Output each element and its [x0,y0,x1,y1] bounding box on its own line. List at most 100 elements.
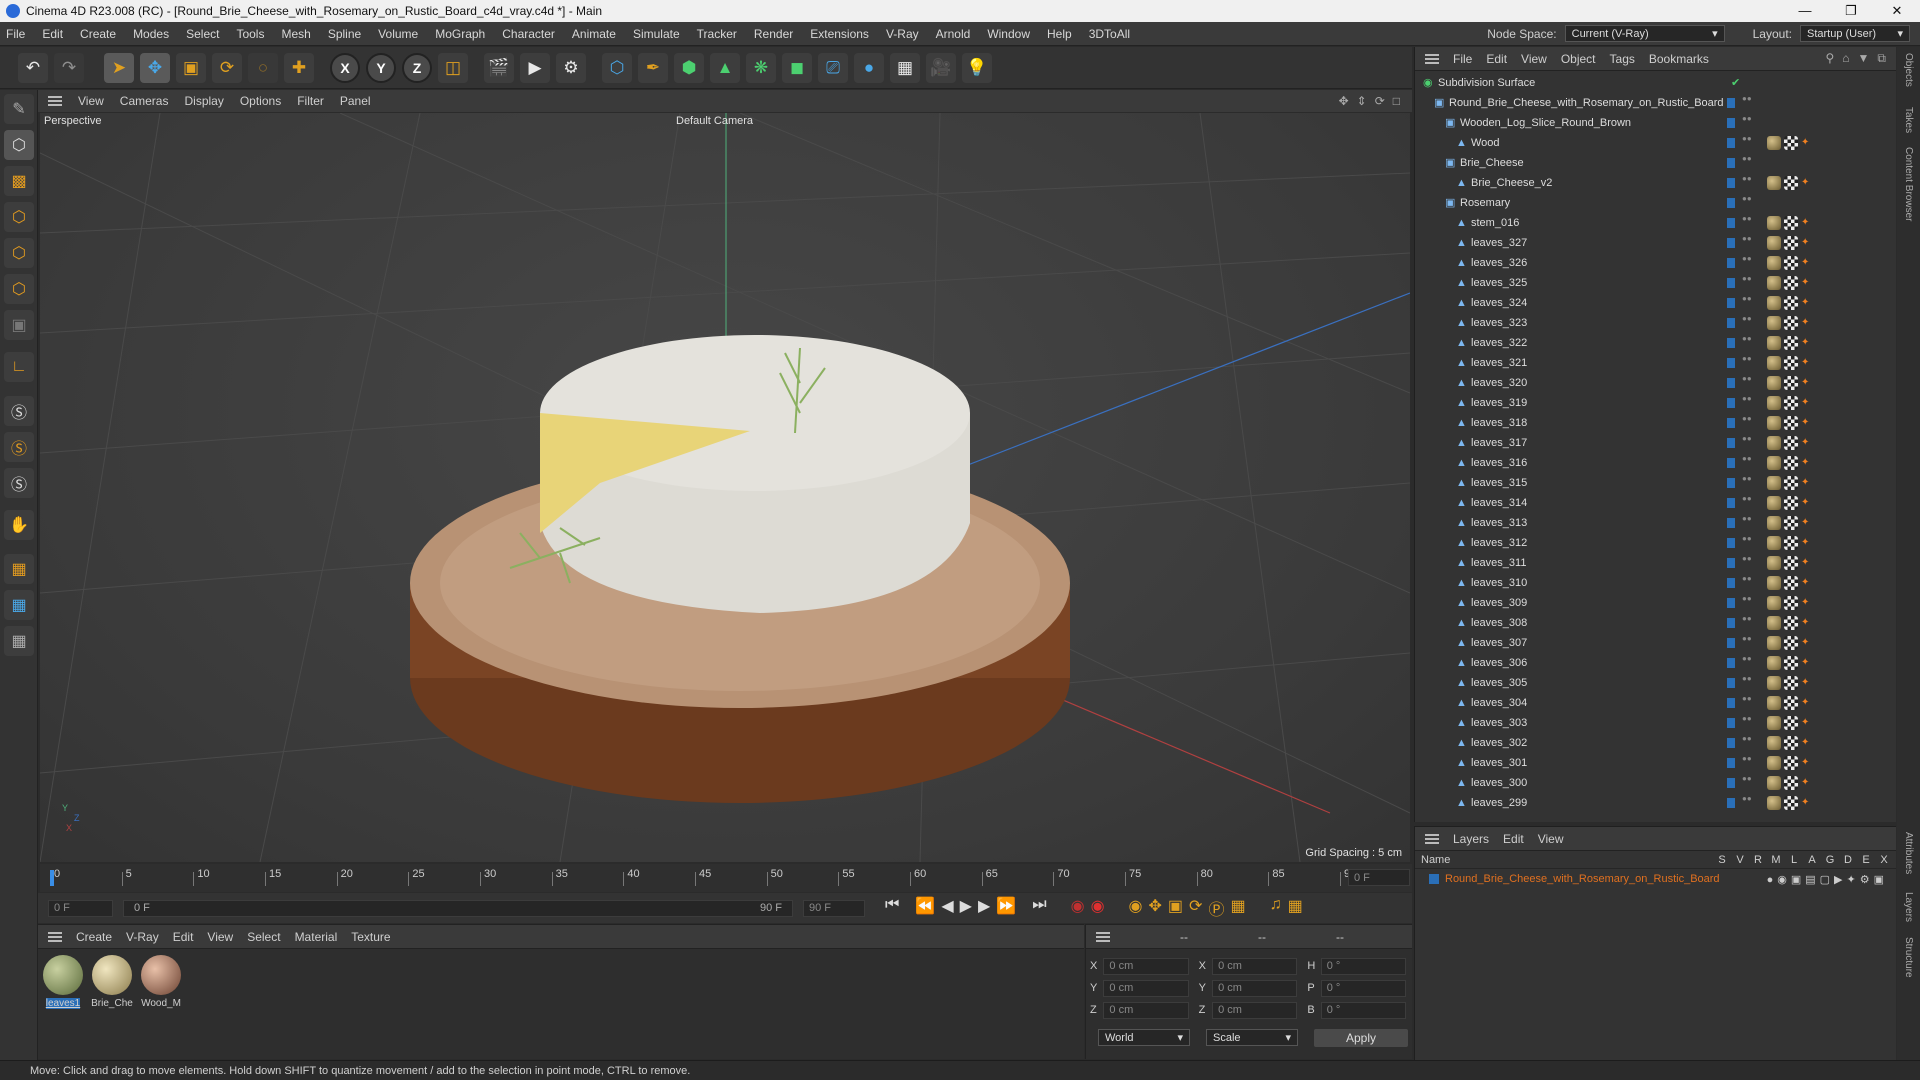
material-tag-icon[interactable] [1767,536,1781,550]
vray-tag-icon[interactable]: ✦ [1801,216,1811,230]
objects-menu-edit[interactable]: Edit [1486,52,1507,66]
material-hamburger-icon[interactable] [48,931,62,942]
layer-flag-header[interactable]: D [1842,854,1854,866]
key-position-icon[interactable]: ✥ [1149,896,1162,920]
object-row[interactable]: ▲ leaves_314 ●● ✦ [1415,493,1896,513]
texture-tag-icon[interactable] [1784,616,1798,630]
visibility-dots-icon[interactable]: ●● [1742,615,1752,630]
material-tag-icon[interactable] [1767,596,1781,610]
go-to-start-icon[interactable]: ⏮ [885,896,899,920]
menu-volume[interactable]: Volume [378,27,418,41]
visibility-dots-icon[interactable]: ●● [1742,415,1752,430]
menu-window[interactable]: Window [987,27,1030,41]
sound-icon[interactable]: ♫ [1270,896,1282,920]
move-tool-icon[interactable]: ✥ [140,52,170,83]
render-region-icon[interactable]: 🎬 [484,52,514,83]
texture-tag-icon[interactable] [1784,656,1798,670]
menu-arnold[interactable]: Arnold [936,27,971,41]
object-row[interactable]: ▲ leaves_299 ●● ✦ [1415,793,1896,813]
restore-icon[interactable]: ❐ [1828,3,1874,19]
object-row[interactable]: ▲ leaves_305 ●● ✦ [1415,673,1896,693]
objects-menu-tags[interactable]: Tags [1610,52,1635,66]
visibility-dots-icon[interactable]: ●● [1742,375,1752,390]
object-row[interactable]: ▲ stem_016 ●● ✦ [1415,213,1896,233]
material-tag-icon[interactable] [1767,656,1781,670]
viewport-menu-display[interactable]: Display [184,94,223,108]
current-frame-field[interactable]: 0 F [1348,869,1410,886]
texture-tag-icon[interactable] [1784,776,1798,790]
object-row[interactable]: ▲ leaves_303 ●● ✦ [1415,713,1896,733]
texture-tag-icon[interactable] [1784,276,1798,290]
material-tag-icon[interactable] [1767,256,1781,270]
material-tag-icon[interactable] [1767,556,1781,570]
redo-icon[interactable]: ↷ [54,52,84,83]
timeline-icon[interactable]: ▦ [1288,896,1303,920]
layer-flag-header[interactable]: X [1878,854,1890,866]
layer-flag-icons[interactable]: ●◉▣▤▢▶✦⚙▣ [1767,873,1888,886]
layer-flag-header[interactable]: G [1824,854,1836,866]
material-tag-icon[interactable] [1767,616,1781,630]
vray-tag-icon[interactable]: ✦ [1801,416,1811,430]
material-menu-select[interactable]: Select [247,930,280,944]
menu-mesh[interactable]: Mesh [281,27,310,41]
grid-icon[interactable]: ▦ [4,590,34,620]
object-row[interactable]: ▣ Wooden_Log_Slice_Round_Brown ●● [1415,113,1896,133]
object-row[interactable]: ▣ Rosemary ●● [1415,193,1896,213]
locked-workplane-icon[interactable]: ▦ [4,626,34,656]
object-row[interactable]: ▲ leaves_323 ●● ✦ [1415,313,1896,333]
texture-tag-icon[interactable] [1784,216,1798,230]
render-view-icon[interactable]: ▶ [520,52,550,83]
visibility-dots-icon[interactable]: ●● [1742,135,1752,150]
pan-view-icon[interactable]: ✥ [1339,94,1349,108]
texture-tag-icon[interactable] [1784,796,1798,810]
enabled-check-icon[interactable]: ✔ [1731,76,1740,89]
coord-value-field[interactable]: 0 cm [1212,979,1298,997]
new-window-icon[interactable]: ⧉ [1877,51,1886,66]
object-row[interactable]: ▲ leaves_324 ●● ✦ [1415,293,1896,313]
visibility-dots-icon[interactable]: ●● [1742,315,1752,330]
objects-menu-bookmarks[interactable]: Bookmarks [1649,52,1709,66]
material-menu-create[interactable]: Create [76,930,112,944]
vray-tag-icon[interactable]: ✦ [1801,376,1811,390]
material-menu-view[interactable]: View [207,930,233,944]
visibility-dots-icon[interactable]: ●● [1742,155,1752,170]
material-tag-icon[interactable] [1767,476,1781,490]
texture-tag-icon[interactable] [1784,756,1798,770]
apply-button[interactable]: Apply [1314,1029,1408,1047]
coord-value-field[interactable]: 0 cm [1212,1001,1298,1019]
layer-flag-header[interactable]: L [1788,854,1800,866]
vray-tag-icon[interactable]: ✦ [1801,476,1811,490]
texture-tag-icon[interactable] [1784,256,1798,270]
object-row[interactable]: ▲ leaves_326 ●● ✦ [1415,253,1896,273]
uv-mode-icon[interactable]: ▣ [4,310,34,340]
material-tag-icon[interactable] [1767,276,1781,290]
menu-extensions[interactable]: Extensions [810,27,869,41]
layer-flag-header[interactable]: E [1860,854,1872,866]
texture-tag-icon[interactable] [1784,556,1798,570]
visibility-dots-icon[interactable]: ●● [1742,555,1752,570]
objects-menu-object[interactable]: Object [1561,52,1596,66]
visibility-dots-icon[interactable]: ●● [1742,115,1752,130]
coord-value-field[interactable]: 0 cm [1103,957,1189,975]
visibility-dots-icon[interactable]: ●● [1742,655,1752,670]
layer-flag-header[interactable]: R [1752,854,1764,866]
autokey-icon[interactable]: ◉ [1091,896,1105,920]
object-row[interactable]: ▲ leaves_316 ●● ✦ [1415,453,1896,473]
end-frame-field[interactable]: 90 F [803,899,865,917]
workplane-icon[interactable]: ▦ [4,554,34,584]
key-pla-icon[interactable]: ▦ [1230,896,1245,920]
vray-tag-icon[interactable]: ✦ [1801,456,1811,470]
material-menu-texture[interactable]: Texture [351,930,390,944]
visibility-dots-icon[interactable]: ●● [1742,515,1752,530]
snap-settings-icon[interactable]: Ⓢ [4,432,34,462]
tab-layers[interactable]: Layers [1903,892,1914,922]
frame-range-slider[interactable]: 0 F 90 F [123,899,793,917]
coord-mode-dropdown[interactable]: Scale ▾ [1206,1029,1298,1046]
texture-tag-icon[interactable] [1784,536,1798,550]
coord-value-field[interactable]: 0 cm [1212,957,1298,975]
material-tag-icon[interactable] [1767,736,1781,750]
material-tag-icon[interactable] [1767,396,1781,410]
material-tag-icon[interactable] [1767,676,1781,690]
layers-menu-layers[interactable]: Layers [1453,832,1489,846]
vray-tag-icon[interactable]: ✦ [1801,136,1811,150]
